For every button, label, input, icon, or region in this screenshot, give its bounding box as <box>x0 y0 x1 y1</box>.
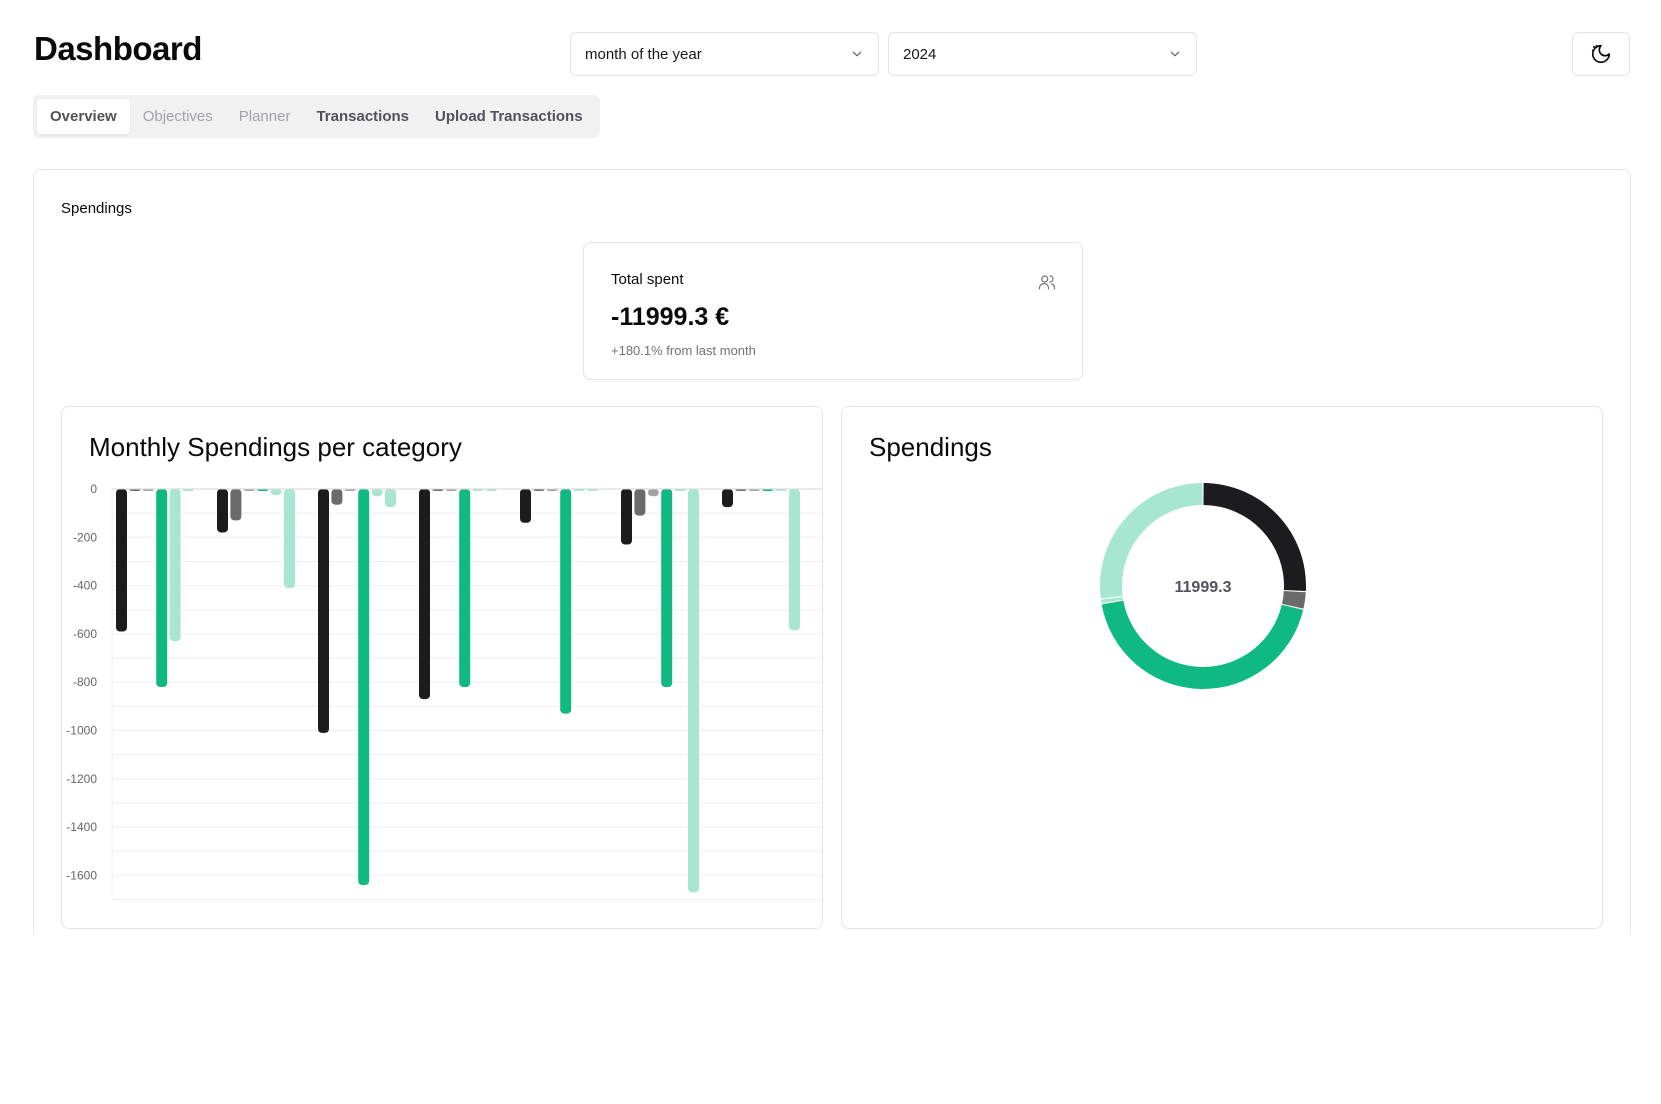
bar <box>156 489 168 688</box>
y-tick-label: 0 <box>90 482 97 496</box>
bar-chart: 0 -200 -400 -600 -800 -1000 -1200 -1400 -1600 <box>66 482 822 901</box>
tab-upload-transactions[interactable]: Upload Transactions <box>422 99 596 134</box>
total-spent-label: Total spent <box>611 271 684 288</box>
bar <box>688 489 699 893</box>
bar <box>459 489 471 688</box>
chevron-down-icon <box>852 51 862 57</box>
bar <box>621 489 632 545</box>
total-spent-change: +180.1% from last month <box>611 343 756 358</box>
section-label: Spendings <box>61 200 132 217</box>
bar <box>520 489 531 523</box>
bar <box>560 489 572 714</box>
bar <box>419 489 430 700</box>
monthly-spendings-chart-card: Monthly Spendings per category 0 -200 -400… <box>61 406 823 929</box>
total-spent-value: -11999.3 € <box>611 303 730 331</box>
spendings-panel: Spendings Total spent -11999.3 € +180.1%… <box>33 169 1631 934</box>
year-select-value: 2024 <box>903 45 937 63</box>
year-select[interactable]: 2024 <box>888 32 1197 76</box>
y-tick-label: -600 <box>73 627 97 641</box>
donut-chart: 11999.3 <box>1100 483 1306 689</box>
theme-toggle-icon <box>1591 44 1611 64</box>
tab-overview[interactable]: Overview <box>37 99 130 134</box>
y-tick-label: -400 <box>73 579 97 593</box>
bar <box>230 489 242 521</box>
y-tick-label: -1200 <box>66 772 97 786</box>
donut-slice <box>1101 600 1304 689</box>
bar <box>371 489 383 497</box>
tab-planner[interactable]: Planner <box>226 99 304 134</box>
bar <box>318 489 329 733</box>
page-title: Dashboard <box>34 30 202 67</box>
y-tick-label: -1000 <box>66 724 97 738</box>
tab-objectives[interactable]: Objectives <box>130 99 226 134</box>
bar <box>722 489 733 508</box>
bar <box>270 489 282 496</box>
chevron-down-icon <box>1170 51 1180 57</box>
tab-list: Overview Objectives Planner Transactions… <box>33 95 600 138</box>
bar <box>217 489 228 533</box>
donut-center-label: 11999.3 <box>1175 579 1232 596</box>
bar <box>647 489 659 497</box>
bar <box>634 489 646 516</box>
y-tick-label: -1400 <box>66 820 97 834</box>
tab-transactions[interactable]: Transactions <box>303 99 422 134</box>
bar <box>358 489 370 886</box>
y-tick-label: -800 <box>73 675 97 689</box>
y-tick-label: -1600 <box>66 868 97 882</box>
bar <box>661 489 673 688</box>
period-select-value: month of the year <box>585 45 702 63</box>
bar <box>789 489 800 631</box>
y-axis-ticks: 0 -200 -400 -600 -800 -1000 -1200 -1400 -1600 <box>66 482 97 882</box>
spendings-donut-card: Spendings 11999.3 <box>841 406 1603 929</box>
bar <box>284 489 295 589</box>
theme-toggle-button[interactable] <box>1572 32 1630 76</box>
bar-series-group <box>116 489 800 893</box>
users-icon <box>1038 275 1056 290</box>
bar <box>385 489 396 508</box>
bar <box>169 489 181 642</box>
y-tick-label: -200 <box>73 530 97 544</box>
period-select[interactable]: month of the year <box>570 32 879 76</box>
bar <box>331 489 343 505</box>
total-spent-card: Total spent -11999.3 € +180.1% from last… <box>583 242 1083 380</box>
donut-slice <box>1203 483 1306 592</box>
bar <box>116 489 127 632</box>
